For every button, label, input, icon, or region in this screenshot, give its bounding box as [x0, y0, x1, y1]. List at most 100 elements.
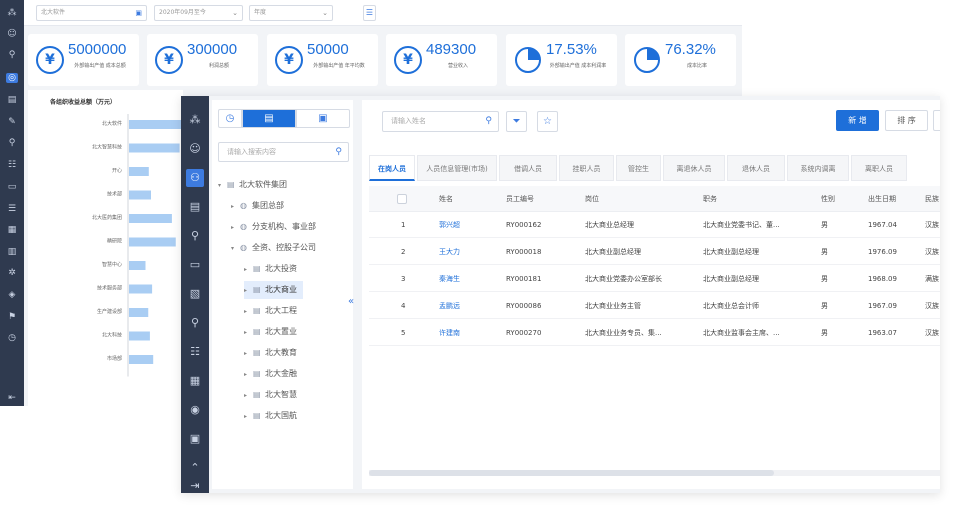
person-name-link[interactable]: 郭兴超 [439, 212, 499, 238]
bar[interactable] [129, 331, 150, 341]
org-chart-icon[interactable]: ⁂ [6, 8, 18, 18]
tab-8[interactable]: 离职人员 [851, 155, 907, 181]
person-name-link[interactable]: 许建南 [439, 320, 499, 346]
bar[interactable] [129, 120, 184, 129]
tree-node[interactable]: ▾ ◍ 全资、控股子公司 [231, 239, 316, 257]
caret-right-icon[interactable]: ▸ [244, 261, 253, 279]
person-name-link[interactable]: 孟鹏远 [439, 293, 499, 319]
column-header[interactable]: 民族 [925, 186, 939, 212]
bar[interactable] [129, 355, 154, 364]
collapse-panel-icon[interactable]: « [348, 296, 354, 307]
caret-right-icon[interactable]: ▸ [244, 345, 253, 363]
people-icon[interactable]: ⚇ [186, 169, 204, 187]
report-icon[interactable]: ▦ [186, 372, 204, 390]
table-row[interactable]: 5 许建南 RY000270 北大商业业务专员、集... 北大商业监事会主席、... 男 1… [369, 320, 940, 346]
tree-node[interactable]: ▸ ▤ 北大商业 [244, 281, 303, 299]
tree-node[interactable]: ▸ ▤ 北大置业 [244, 323, 297, 341]
caret-right-icon[interactable]: ▸ [244, 324, 253, 342]
add-button[interactable]: 新 增 [836, 110, 879, 131]
org-tab[interactable]: ▤ [242, 109, 296, 128]
caret-right-icon[interactable]: ▸ [244, 366, 253, 384]
circle-icon[interactable]: ◉ [186, 401, 204, 419]
tab-5[interactable]: 离退休人员 [663, 155, 725, 181]
person-name-link[interactable]: 秦海生 [439, 266, 499, 292]
folder-tab[interactable]: ▣ [296, 109, 350, 128]
tree-node[interactable]: ▾ ▤ 北大软件集团 [218, 176, 287, 194]
sort-button[interactable]: 排 序 [885, 110, 928, 131]
tab-2[interactable]: 借调人员 [499, 155, 557, 181]
select-all-checkbox[interactable] [397, 194, 407, 204]
person-name-link[interactable]: 王大力 [439, 239, 499, 265]
name-search-input[interactable]: 请输入姓名 ⚲ [382, 111, 499, 132]
bar[interactable] [129, 261, 146, 270]
org-select[interactable]: 北大软件 ▣ [36, 5, 147, 21]
exit-icon[interactable]: ⇥ [186, 477, 204, 493]
tab-6[interactable]: 退休人员 [727, 155, 785, 181]
tree-node[interactable]: ▸ ▤ 北大智慧 [244, 386, 297, 404]
clock-tab[interactable]: ◷ [218, 109, 242, 128]
bar[interactable] [129, 190, 151, 200]
group-icon[interactable]: ☷ [6, 160, 18, 170]
bar[interactable] [129, 308, 149, 317]
caret-right-icon[interactable]: ▸ [244, 303, 253, 321]
table-row[interactable]: 1 郭兴超 RY000162 北大商业总经理 北大商业党委书记、董... 男 1967.04… [369, 212, 940, 238]
caret-down-icon[interactable]: ▾ [218, 177, 227, 195]
chevron-up-icon[interactable]: ⌃ [186, 459, 204, 477]
column-header[interactable]: 出生日期 [868, 186, 896, 212]
grid-icon[interactable]: ▦ [6, 225, 18, 235]
caret-right-icon[interactable]: ▸ [244, 387, 253, 405]
bar[interactable] [129, 167, 149, 176]
bar[interactable] [129, 143, 180, 153]
document-icon[interactable]: ▤ [6, 95, 18, 105]
clock-icon[interactable]: ◷ [6, 333, 18, 343]
caret-right-icon[interactable]: ▸ [244, 282, 253, 300]
tree-node[interactable]: ▸ ▤ 北大国航 [244, 407, 297, 425]
tab-0[interactable]: 在岗人员 [369, 155, 415, 181]
period-type-select[interactable]: 年度 ⌄ [249, 5, 333, 21]
edit-icon[interactable]: ✎ [6, 117, 18, 127]
filter-icon[interactable]: ⏷ [506, 111, 527, 132]
file-icon[interactable]: ▭ [186, 256, 204, 274]
caret-right-icon[interactable]: ▸ [231, 198, 240, 216]
dashboard-icon[interactable]: ◎ [6, 73, 18, 83]
tab-4[interactable]: 管控生 [616, 155, 661, 181]
tree-node[interactable]: ▸ ▤ 北大金融 [244, 365, 297, 383]
more-button[interactable] [933, 110, 940, 131]
bar[interactable] [129, 237, 176, 247]
tree-node[interactable]: ▸ ▤ 北大教育 [244, 344, 297, 362]
caret-right-icon[interactable]: ▸ [244, 408, 253, 426]
caret-right-icon[interactable]: ▸ [231, 219, 240, 237]
column-header[interactable]: 姓名 [439, 186, 453, 212]
tree-node[interactable]: ▸ ◍ 分支机构、事业部 [231, 218, 316, 236]
filter-button[interactable]: ☰ [363, 5, 376, 21]
column-header[interactable]: 岗位 [585, 186, 599, 212]
caret-down-icon[interactable]: ▾ [231, 240, 240, 258]
table-icon[interactable]: ▥ [6, 247, 18, 257]
tree-node[interactable]: ▸ ▤ 北大投资 [244, 260, 297, 278]
person-icon[interactable]: ⚲ [186, 227, 204, 245]
table-row[interactable]: 4 孟鹏远 RY000086 北大商业业务主管 北大商业总会计师 男 1967.09 汉族 [369, 293, 940, 319]
column-header[interactable]: 员工编号 [506, 186, 534, 212]
tree-search-input[interactable]: 请输入搜索内容 ⚲ [218, 142, 349, 162]
date-range-select[interactable]: 2020年09月至今 ⌄ [154, 5, 243, 21]
document-icon[interactable]: ▤ [186, 198, 204, 216]
star-icon[interactable]: ☆ [537, 111, 558, 132]
list-icon[interactable]: ☰ [6, 204, 18, 214]
column-header[interactable]: 性别 [821, 186, 835, 212]
settings-icon[interactable]: ✲ [6, 268, 18, 278]
shield-icon[interactable]: ◈ [6, 290, 18, 300]
file-icon[interactable]: ▭ [6, 182, 18, 192]
tree-node[interactable]: ▸ ◍ 集团总部 [231, 197, 284, 215]
flag-icon[interactable]: ⚑ [6, 312, 18, 322]
user-icon[interactable]: ☺ [186, 140, 204, 158]
table-row[interactable]: 2 王大力 RY000018 北大商业副总经理 北大商业副总经理 男 1976.09 汉族 [369, 239, 940, 265]
person-icon[interactable]: ⚲ [6, 138, 18, 148]
tab-7[interactable]: 系统内调离 [787, 155, 849, 181]
person-icon[interactable]: ⚲ [6, 50, 18, 60]
collapse-icon[interactable]: ⇤ [6, 393, 18, 403]
tab-3[interactable]: 挂职人员 [559, 155, 614, 181]
group-icon[interactable]: ☷ [186, 343, 204, 361]
bar[interactable] [129, 284, 153, 294]
column-header[interactable]: 职务 [703, 186, 717, 212]
calendar-icon[interactable]: ▣ [186, 430, 204, 448]
